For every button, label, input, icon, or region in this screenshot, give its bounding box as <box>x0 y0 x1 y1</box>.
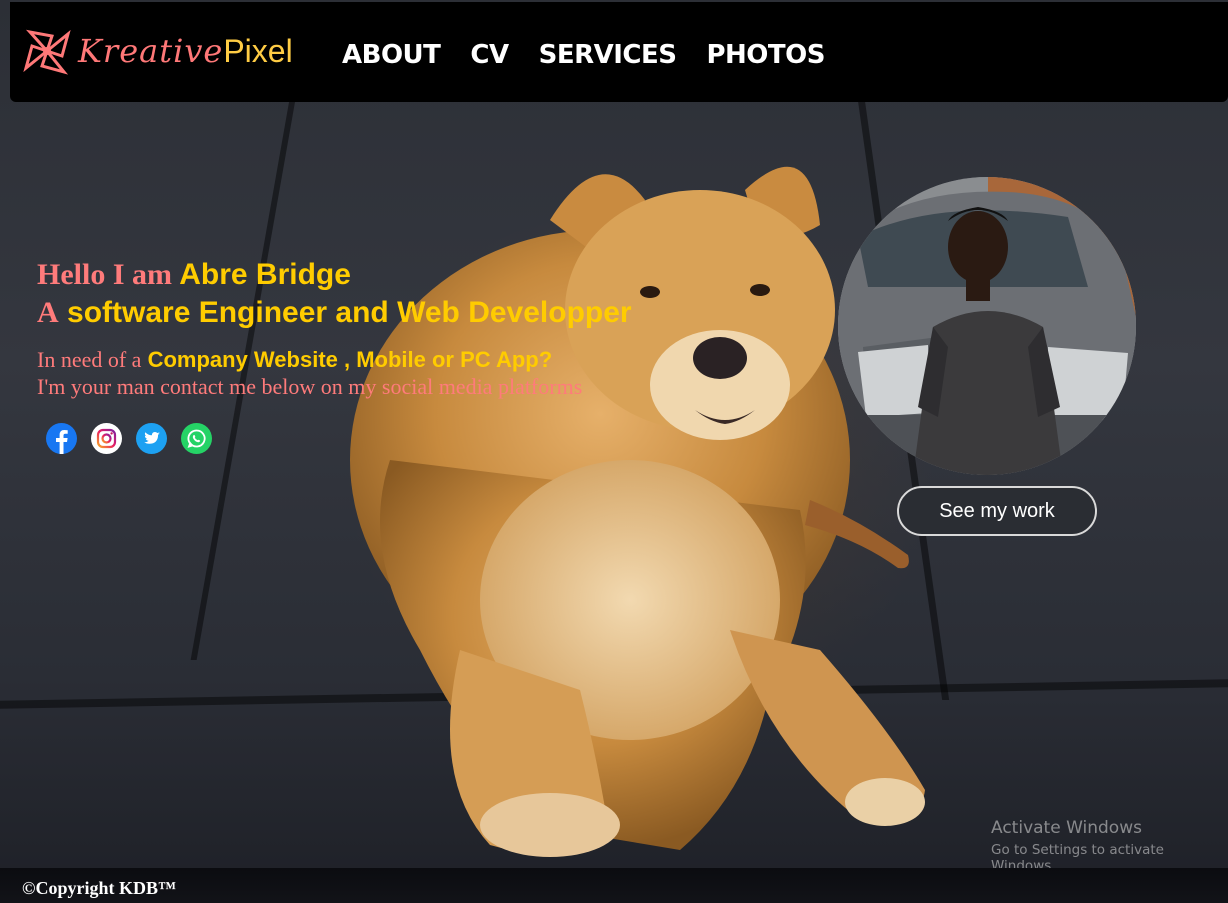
whatsapp-icon[interactable] <box>181 423 212 454</box>
pinwheel-logo-icon <box>23 29 71 75</box>
dog-photo <box>350 166 925 857</box>
facebook-icon[interactable] <box>46 423 77 454</box>
offer-line: In need of a Company Website , Mobile or… <box>37 346 632 373</box>
greeting-line: Hello I am Abre Bridge <box>37 256 632 294</box>
profile-photo <box>838 177 1136 475</box>
greeting-text: Hello I am <box>37 258 172 291</box>
brand-name-part2: Pixel <box>223 33 293 69</box>
role-line: A software Engineer and Web Developper <box>37 294 632 332</box>
role-prefix: A <box>37 296 59 329</box>
nav-photos-link[interactable]: PHOTOS <box>706 40 825 70</box>
brand-name-part1: Kreative <box>78 32 224 70</box>
brand-wordmark: KreativePixel <box>78 35 293 67</box>
profile-photo-image <box>838 177 1136 475</box>
windows-activation-watermark: Activate Windows Go to Settings to activ… <box>991 818 1228 874</box>
owner-name: Abre Bridge <box>179 258 351 291</box>
top-navbar: KreativePixel ABOUT CV SERVICES PHOTOS <box>10 2 1228 102</box>
copyright-text: ©Copyright KDB™ <box>22 878 176 898</box>
twitter-icon[interactable] <box>136 423 167 454</box>
nav-cv-link[interactable]: CV <box>470 40 509 70</box>
offer-items: Company Website , Mobile or PC App? <box>147 347 553 372</box>
main-menu: ABOUT CV SERVICES PHOTOS <box>342 40 825 70</box>
offer-prefix: In need of a <box>37 347 142 372</box>
nav-about-link[interactable]: ABOUT <box>342 40 441 70</box>
nav-services-link[interactable]: SERVICES <box>539 40 677 70</box>
see-my-work-button[interactable]: See my work <box>897 486 1097 536</box>
social-links <box>46 423 212 454</box>
instagram-icon[interactable] <box>91 423 122 454</box>
role-title: software Engineer and Web Developper <box>67 296 632 329</box>
contact-text: I'm your man contact me below on my soci… <box>37 374 583 399</box>
hero-intro: Hello I am Abre Bridge A software Engine… <box>37 256 632 400</box>
watermark-title: Activate Windows <box>991 818 1142 838</box>
page-footer: ©Copyright KDB™ <box>0 868 1228 903</box>
brand-logo[interactable]: KreativePixel <box>22 24 293 78</box>
